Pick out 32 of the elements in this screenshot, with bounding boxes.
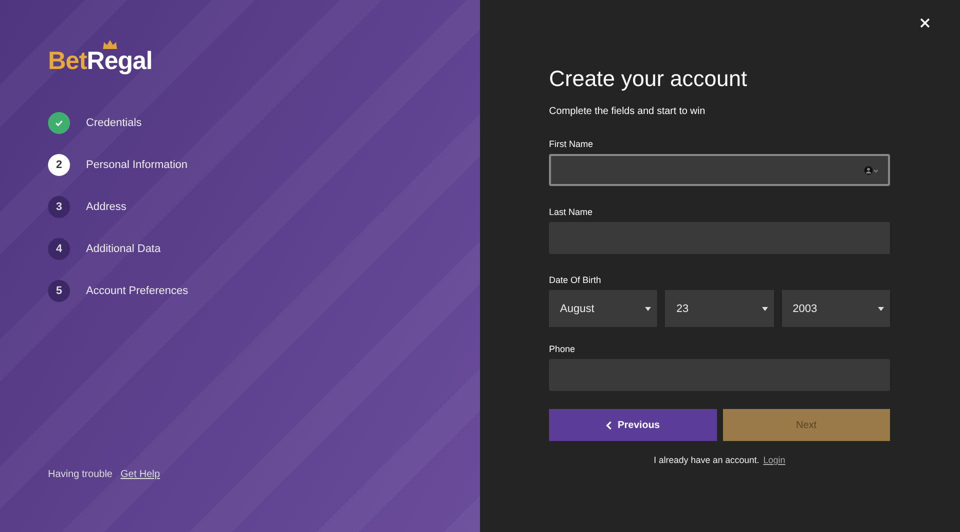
dropdown[interactable]: 2003: [782, 290, 890, 327]
login-prompt: I already have an account.: [654, 455, 760, 465]
step-label[interactable]: Address: [86, 201, 126, 213]
caret-icon: [878, 306, 884, 310]
previous-button[interactable]: Previous: [549, 409, 716, 441]
step-label[interactable]: Account Preferences: [86, 285, 188, 297]
step-label[interactable]: Additional Data: [86, 243, 161, 255]
crown-icon: [103, 40, 117, 49]
form-subtitle: Complete the fields and start to win: [549, 106, 706, 117]
field-label: First Name: [549, 139, 594, 149]
field-label: Phone: [549, 344, 576, 354]
login-link[interactable]: Login: [763, 455, 786, 465]
field-label: Last Name: [549, 207, 594, 217]
help-text: Having trouble: [48, 469, 112, 480]
dropdown[interactable]: August: [549, 290, 658, 327]
dropdown[interactable]: 23: [665, 290, 774, 327]
step-indicator: 2: [48, 154, 70, 176]
step-indicator: 4: [48, 238, 70, 260]
logo-wordmark: BetRegal: [48, 50, 152, 72]
get-help-link[interactable]: Get Help: [120, 469, 160, 480]
step-indicator: 5: [48, 280, 70, 302]
caret-icon: [645, 306, 652, 310]
step-indicator: 3: [48, 196, 70, 218]
close-button[interactable]: [918, 16, 932, 30]
caret-icon: [762, 306, 768, 310]
chevron-left-icon: [606, 420, 612, 430]
step-label[interactable]: Credentials: [86, 117, 142, 129]
person-icon[interactable]: [864, 166, 878, 174]
form-title: Create your account: [549, 66, 748, 92]
field-label: Date Of Birth: [549, 275, 602, 285]
step-label[interactable]: Personal Information: [86, 159, 188, 171]
input-field[interactable]: [549, 154, 890, 186]
